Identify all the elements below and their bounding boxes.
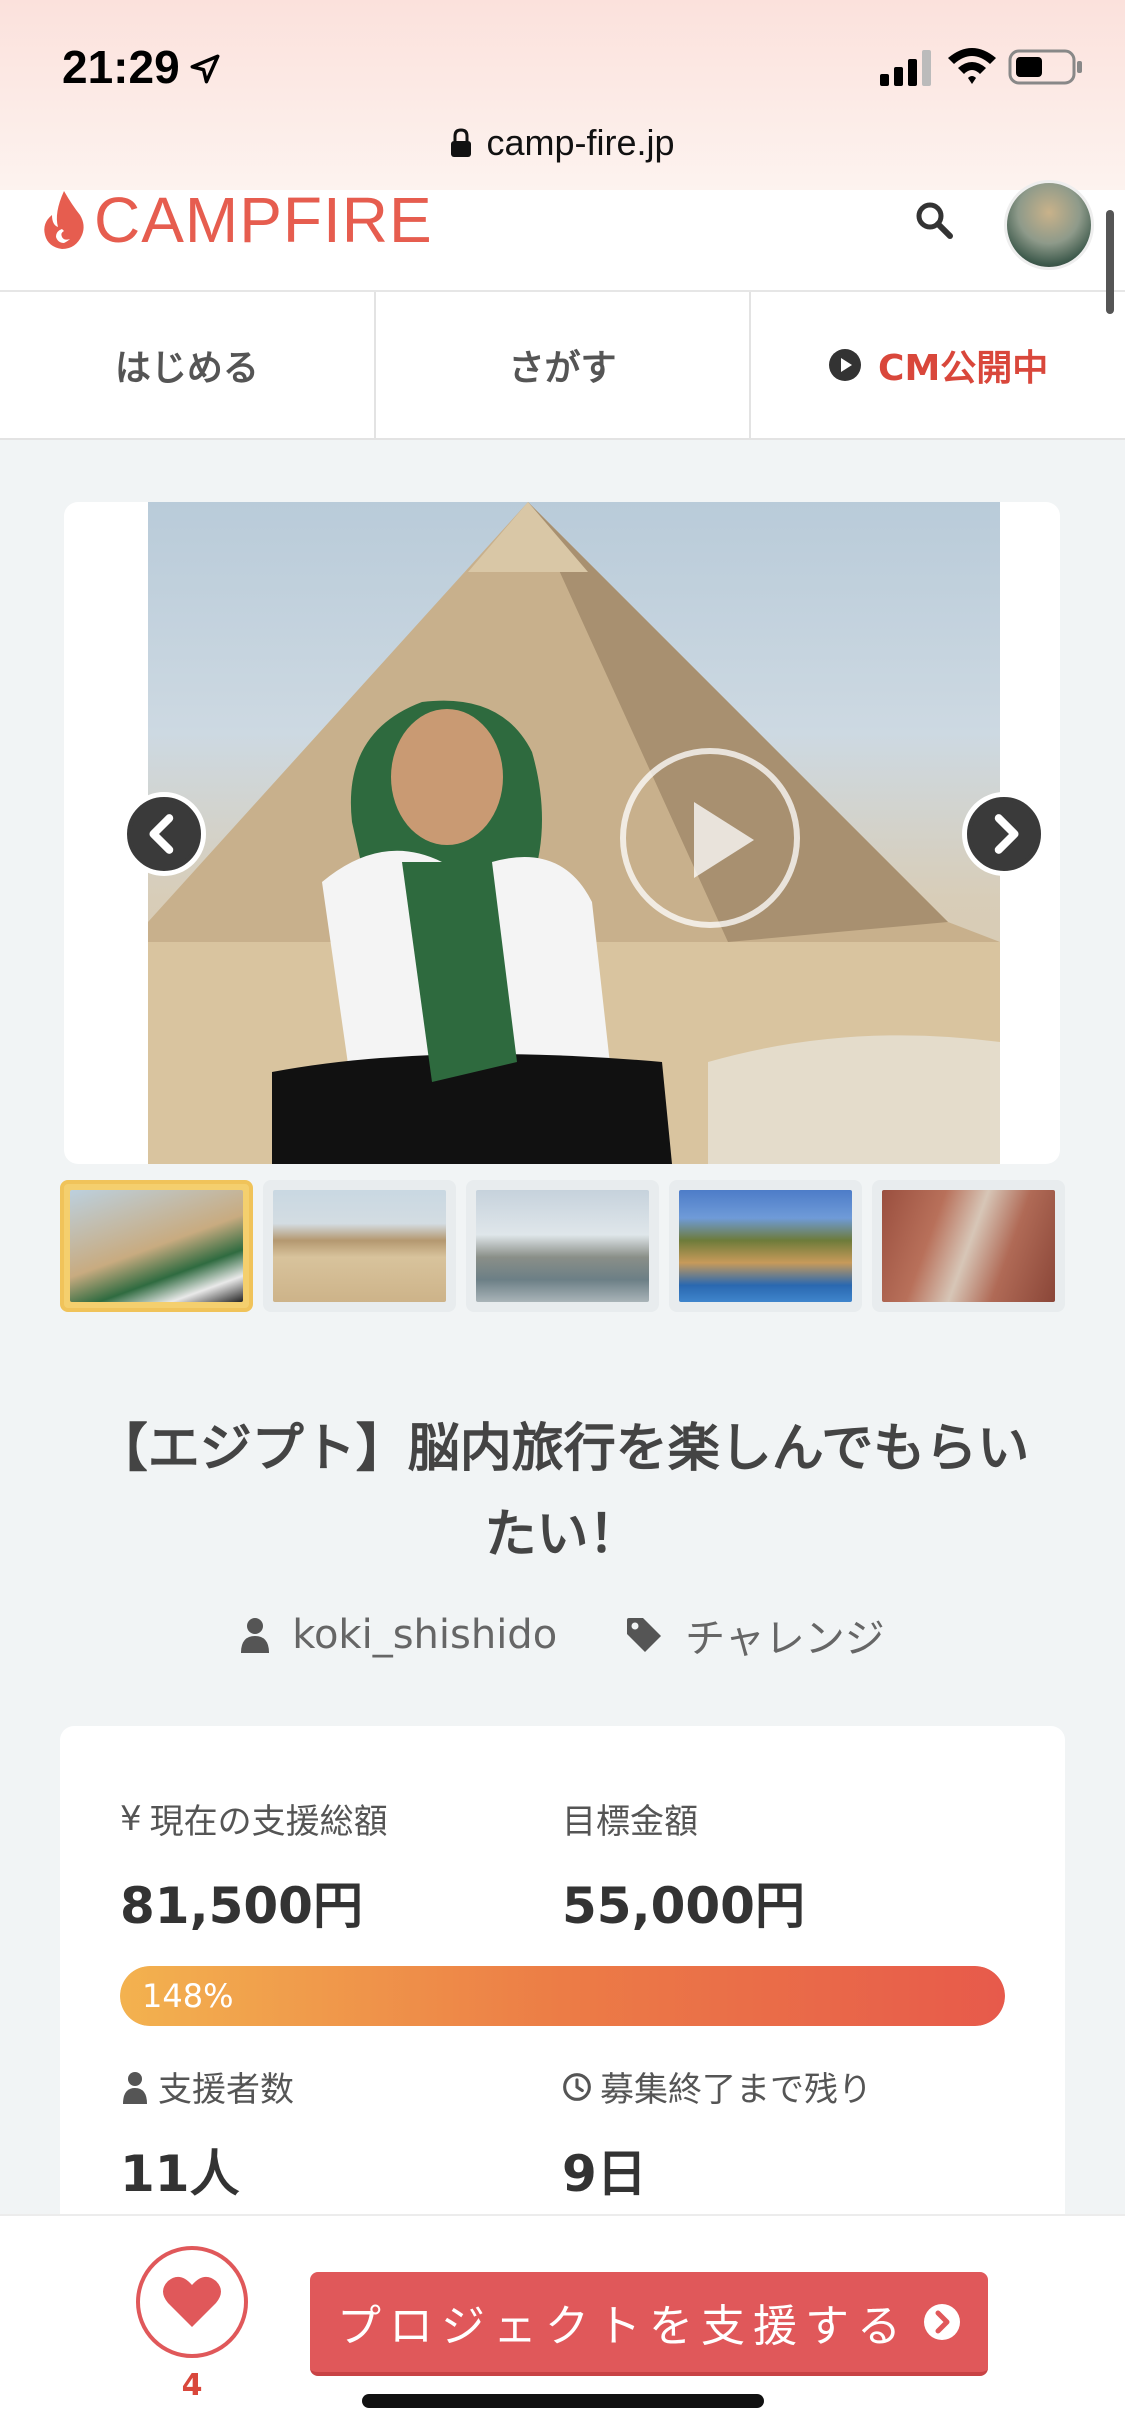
campfire-logo[interactable]: CAMPFIRE xyxy=(42,184,433,256)
progress-fill xyxy=(120,1966,1005,2026)
goal-amount-label: 目標金額 xyxy=(562,1802,698,1842)
project-meta: koki_shishido チャレンジ xyxy=(0,1600,1125,1670)
user-icon xyxy=(241,1618,270,1653)
progress-percent: 148% xyxy=(142,1977,234,2015)
thumbnail-image xyxy=(273,1190,446,1302)
thumbnail-image xyxy=(679,1190,852,1302)
status-time: 21:29 xyxy=(62,41,180,93)
cellular-signal-icon xyxy=(880,50,931,86)
heart-icon xyxy=(163,2276,221,2327)
url-text: camp-fire.jp xyxy=(486,122,675,163)
thumbnail-image xyxy=(476,1190,649,1302)
thumbnail-4[interactable] xyxy=(669,1180,862,1312)
remaining-time-value: 9日 xyxy=(562,2145,647,2203)
support-button-label: プロジェクトを支援する xyxy=(337,2301,909,2352)
funding-progress-bar: 148% xyxy=(120,1966,1005,2026)
nav-start[interactable]: はじめる xyxy=(0,292,376,438)
thumbnail-5[interactable] xyxy=(872,1180,1065,1312)
flame-icon xyxy=(44,191,84,249)
play-button[interactable] xyxy=(620,748,800,928)
funding-stats-card: ¥ 現在の支援総額 81,500円 目標金額 55,000円 148% 支援者数… xyxy=(60,1726,1065,2286)
thumbnail-2[interactable] xyxy=(263,1180,456,1312)
nav-cm-label: CM公開中 xyxy=(878,348,1049,389)
location-arrow-icon xyxy=(190,54,220,84)
backers-label: 支援者数 xyxy=(120,2062,294,2111)
author-link[interactable]: koki_shishido xyxy=(240,1612,557,1658)
nav-search[interactable]: さがす xyxy=(376,292,752,438)
clock-icon xyxy=(563,2072,591,2101)
project-video[interactable] xyxy=(148,502,1000,1164)
project-media-card xyxy=(64,502,1060,1164)
search-icon[interactable] xyxy=(914,200,954,240)
support-project-button[interactable]: プロジェクトを支援する xyxy=(310,2272,988,2376)
backers-value: 11人 xyxy=(120,2145,240,2203)
home-indicator xyxy=(362,2394,764,2408)
favorite-count: 4 xyxy=(181,2368,203,2403)
avatar[interactable] xyxy=(1004,180,1094,270)
user-icon xyxy=(123,2071,147,2104)
thumbnail-image xyxy=(882,1190,1055,1302)
address-bar[interactable]: camp-fire.jp xyxy=(0,118,1125,168)
yen-icon: ¥ xyxy=(120,1798,142,1839)
project-title: 【エジプト】脳内旅行を楽しんでもらいたい！ xyxy=(95,1419,1030,1565)
current-amount-label: ¥ 現在の支援総額 xyxy=(120,1798,388,1843)
nav-search-label: さがす xyxy=(508,348,617,389)
logo-text: CAMPFIRE xyxy=(94,184,433,256)
author-name: koki_shishido xyxy=(292,1612,558,1658)
favorite-button[interactable] xyxy=(136,2246,248,2358)
next-image-button[interactable] xyxy=(962,792,1046,876)
tag-icon xyxy=(627,1618,662,1652)
main-nav: はじめる さがす CM公開中 xyxy=(0,292,1125,440)
thumbnail-1[interactable] xyxy=(60,1180,253,1312)
play-circle-icon xyxy=(829,349,862,381)
chevron-right-circle-icon xyxy=(924,2304,960,2340)
prev-image-button[interactable] xyxy=(122,792,206,876)
thumbnail-3[interactable] xyxy=(466,1180,659,1312)
thumbnail-strip xyxy=(60,1180,1065,1312)
site-header: CAMPFIRE xyxy=(0,180,1125,292)
category-name: チャレンジ xyxy=(685,1616,885,1662)
thumbnail-image xyxy=(70,1190,243,1302)
category-link[interactable]: チャレンジ xyxy=(625,1606,885,1664)
current-amount-value: 81,500円 xyxy=(120,1877,363,1935)
browser-chrome: 21:29 camp-fire.jp xyxy=(0,0,1125,190)
nav-start-label: はじめる xyxy=(114,348,259,389)
page-scrollbar[interactable] xyxy=(1106,210,1114,314)
goal-amount-value: 55,000円 xyxy=(562,1877,805,1935)
battery-icon xyxy=(1008,49,1082,85)
nav-cm[interactable]: CM公開中 xyxy=(751,292,1125,438)
lock-icon xyxy=(451,128,472,157)
wifi-icon xyxy=(948,48,996,84)
remaining-time-label: 募集終了まで残り xyxy=(562,2062,872,2111)
